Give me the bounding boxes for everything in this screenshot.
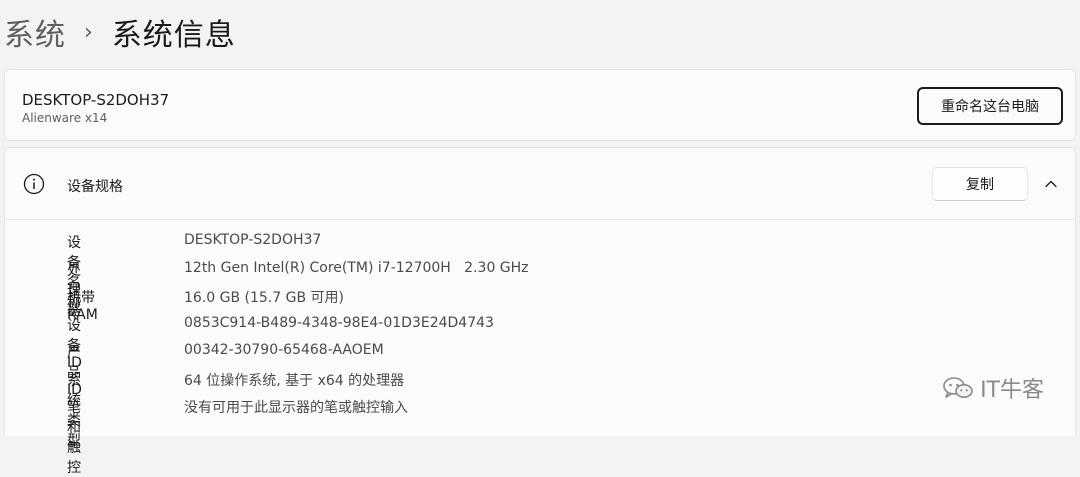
spec-value: DESKTOP-S2DOH37 <box>184 232 322 248</box>
device-specs-card: 设备规格 复制 设备名称 DESKTOP-S2DOH37 处理器 12th Ge… <box>4 147 1076 476</box>
rename-pc-button[interactable]: 重命名这台电脑 <box>917 87 1063 125</box>
device-specs-title: 设备规格 <box>67 179 123 195</box>
page-title: 系统信息 <box>111 18 236 53</box>
breadcrumb-parent-system[interactable]: 系统 <box>4 10 66 54</box>
spec-value: 64 位操作系统, 基于 x64 的处理器 <box>184 372 405 389</box>
spec-value: 12th Gen Intel(R) Core(TM) i7-12700H 2.3… <box>184 259 529 276</box>
spec-label: 笔和触控 <box>67 400 81 476</box>
watermark: IT牛客 <box>942 372 1044 404</box>
breadcrumb: 系统 › 系统信息 <box>4 8 236 56</box>
copy-button[interactable]: 复制 <box>932 167 1028 201</box>
device-name: DESKTOP-S2DOH37 <box>22 91 170 109</box>
watermark-text: IT牛客 <box>980 378 1044 403</box>
breadcrumb-separator-icon: › <box>84 19 94 45</box>
chevron-up-icon[interactable] <box>1043 176 1059 192</box>
device-specs-header[interactable]: 设备规格 复制 <box>5 148 1075 220</box>
spec-value: 00342-30790-65468-AAOEM <box>184 342 384 358</box>
device-card: DESKTOP-S2DOH37 Alienware x14 重命名这台电脑 <box>4 69 1076 141</box>
device-model: Alienware x14 <box>22 111 108 125</box>
spec-value: 0853C914-B489-4348-98E4-01D3E24D4743 <box>184 314 494 331</box>
spec-value: 没有可用于此显示器的笔或触控输入 <box>184 400 408 416</box>
spec-value: 16.0 GB (15.7 GB 可用) <box>184 290 344 306</box>
info-icon <box>23 173 45 195</box>
wechat-icon <box>943 377 973 398</box>
